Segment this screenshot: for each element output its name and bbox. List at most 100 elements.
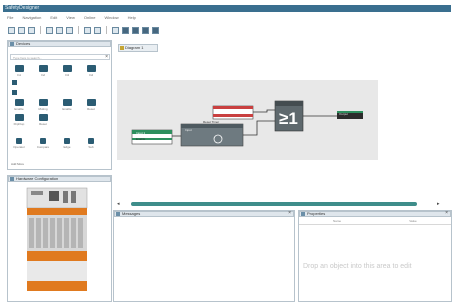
device-item-label: Sub xyxy=(88,145,94,149)
tab-diagram[interactable]: Diagram 1 xyxy=(118,44,158,52)
window-title: SafetyDesigner xyxy=(5,5,40,11)
device-item[interactable]: Compare xyxy=(34,138,52,149)
device-item-label: Compare xyxy=(36,145,50,149)
device-item-label: In3 xyxy=(64,73,70,77)
device-item[interactable]: Muting xyxy=(34,99,52,111)
device-item-label: Enable xyxy=(14,107,24,111)
device-item[interactable]: In4 xyxy=(82,65,100,77)
device-item-label: Reset xyxy=(87,107,95,111)
diagram-icon xyxy=(120,46,124,50)
device-item-label: Enable xyxy=(62,107,72,111)
logic-block-icon xyxy=(62,99,72,106)
add-more-link[interactable]: Add More xyxy=(11,162,24,166)
device-item-label: In4 xyxy=(88,73,94,77)
devices-panel-title: Devices xyxy=(16,41,31,46)
device-search-input[interactable]: Type here to search... × xyxy=(10,54,110,60)
menu-edit[interactable]: Edit xyxy=(50,15,57,20)
grid-icon[interactable] xyxy=(56,26,63,34)
messages-panel: Messages × xyxy=(113,210,295,302)
zoom-in-icon[interactable] xyxy=(18,26,25,34)
device-item[interactable]: Enable xyxy=(58,99,76,111)
horizontal-scrollbar[interactable] xyxy=(131,202,417,206)
device-item[interactable]: Reset xyxy=(34,114,52,126)
menu-navigation[interactable]: Navigation xyxy=(22,15,41,20)
logic-block-icon xyxy=(38,114,48,121)
device-item[interactable]: Operator xyxy=(10,138,28,149)
properties-panel-header: Properties × xyxy=(299,211,451,217)
device-item[interactable]: In1 xyxy=(10,65,28,77)
info-icon[interactable] xyxy=(112,26,119,34)
logic-block-icon xyxy=(14,114,24,121)
device-item[interactable]: In2 xyxy=(34,65,52,77)
column-header-value[interactable]: Value xyxy=(375,219,451,224)
scroll-right-icon[interactable]: ▸ xyxy=(437,201,442,207)
device-search-placeholder: Type here to search... xyxy=(13,56,43,60)
simulate-icon[interactable] xyxy=(94,26,101,34)
toolbar xyxy=(5,24,451,36)
device-item-label: In2 xyxy=(40,73,46,77)
zoom-out-icon[interactable] xyxy=(28,26,35,34)
device-item-label: Muting xyxy=(38,107,48,111)
title-bar xyxy=(3,5,451,12)
menu-bar: File Navigation Edit View Online Window … xyxy=(5,13,451,21)
verify-icon[interactable] xyxy=(152,26,159,34)
device-item[interactable]: Reset xyxy=(82,99,100,111)
devices-panel-header: Devices xyxy=(8,41,111,47)
edge-icon xyxy=(64,138,70,144)
close-icon[interactable]: × xyxy=(105,54,108,60)
menu-view[interactable]: View xyxy=(66,15,75,20)
align-icon[interactable] xyxy=(66,26,73,34)
device-item-label: Operator xyxy=(13,145,25,149)
device-item[interactable]: Edge xyxy=(58,138,76,149)
menu-file[interactable]: File xyxy=(7,15,13,20)
devices-panel-icon xyxy=(10,42,14,46)
connect-icon[interactable] xyxy=(84,26,91,34)
logic-block-icon xyxy=(38,99,48,106)
device-item[interactable]: In3 xyxy=(58,65,76,77)
logic-group-icon xyxy=(12,80,17,85)
safety-controller-image xyxy=(26,187,88,291)
new-icon[interactable] xyxy=(8,26,15,34)
device-item-label: In1 xyxy=(16,73,22,77)
device-item[interactable]: FlipFlop xyxy=(10,114,28,126)
menu-help[interactable]: Help xyxy=(128,15,136,20)
hardware-panel-title: Hardware Configuration xyxy=(16,176,59,181)
toolbar-divider xyxy=(40,26,41,34)
messages-panel-icon xyxy=(116,212,120,216)
device-item[interactable]: Enable xyxy=(10,99,28,111)
monitor-icon[interactable] xyxy=(142,26,149,34)
compare-icon xyxy=(40,138,46,144)
input-block-icon xyxy=(62,65,72,72)
device-item[interactable]: Sub xyxy=(82,138,100,149)
logic-group-icon xyxy=(12,90,17,95)
drop-hint-text: Drop an object into this area to edit xyxy=(303,263,412,270)
devices-panel: Devices Type here to search... × In1 In2… xyxy=(7,40,112,170)
input-block-sub: Enable xyxy=(136,137,146,141)
zoom-fit-icon[interactable] xyxy=(46,26,53,34)
toolbar-divider xyxy=(78,26,79,34)
menu-window[interactable]: Window xyxy=(104,15,118,20)
scroll-left-icon[interactable]: ◂ xyxy=(117,201,122,207)
sub-icon xyxy=(88,138,94,144)
device-item-label: FlipFlop xyxy=(13,122,25,126)
logic-diagram xyxy=(131,100,363,147)
download-icon[interactable] xyxy=(122,26,129,34)
properties-panel-icon xyxy=(301,212,305,216)
input-block-icon xyxy=(14,65,24,72)
timer-block-sub: Input xyxy=(185,128,192,132)
operator-icon xyxy=(16,138,22,144)
messages-panel-title: Messages xyxy=(122,211,141,216)
input-block-label[interactable]: Input 1 xyxy=(136,131,145,135)
properties-column-headers: Name Value xyxy=(299,219,451,225)
messages-panel-header: Messages × xyxy=(114,211,294,217)
close-icon[interactable]: × xyxy=(288,211,291,216)
properties-panel: Properties × Name Value Drop an object i… xyxy=(298,210,452,302)
close-icon[interactable]: × xyxy=(445,211,448,216)
device-item-label: Edge xyxy=(63,145,71,149)
menu-online[interactable]: Online xyxy=(84,15,96,20)
or-gate-symbol[interactable]: ≥1 xyxy=(279,110,298,127)
reset-block-title[interactable]: Reset Timer xyxy=(203,120,219,124)
output-block-label[interactable]: Output xyxy=(339,112,348,116)
column-header-name[interactable]: Name xyxy=(299,219,375,224)
upload-icon[interactable] xyxy=(132,26,139,34)
